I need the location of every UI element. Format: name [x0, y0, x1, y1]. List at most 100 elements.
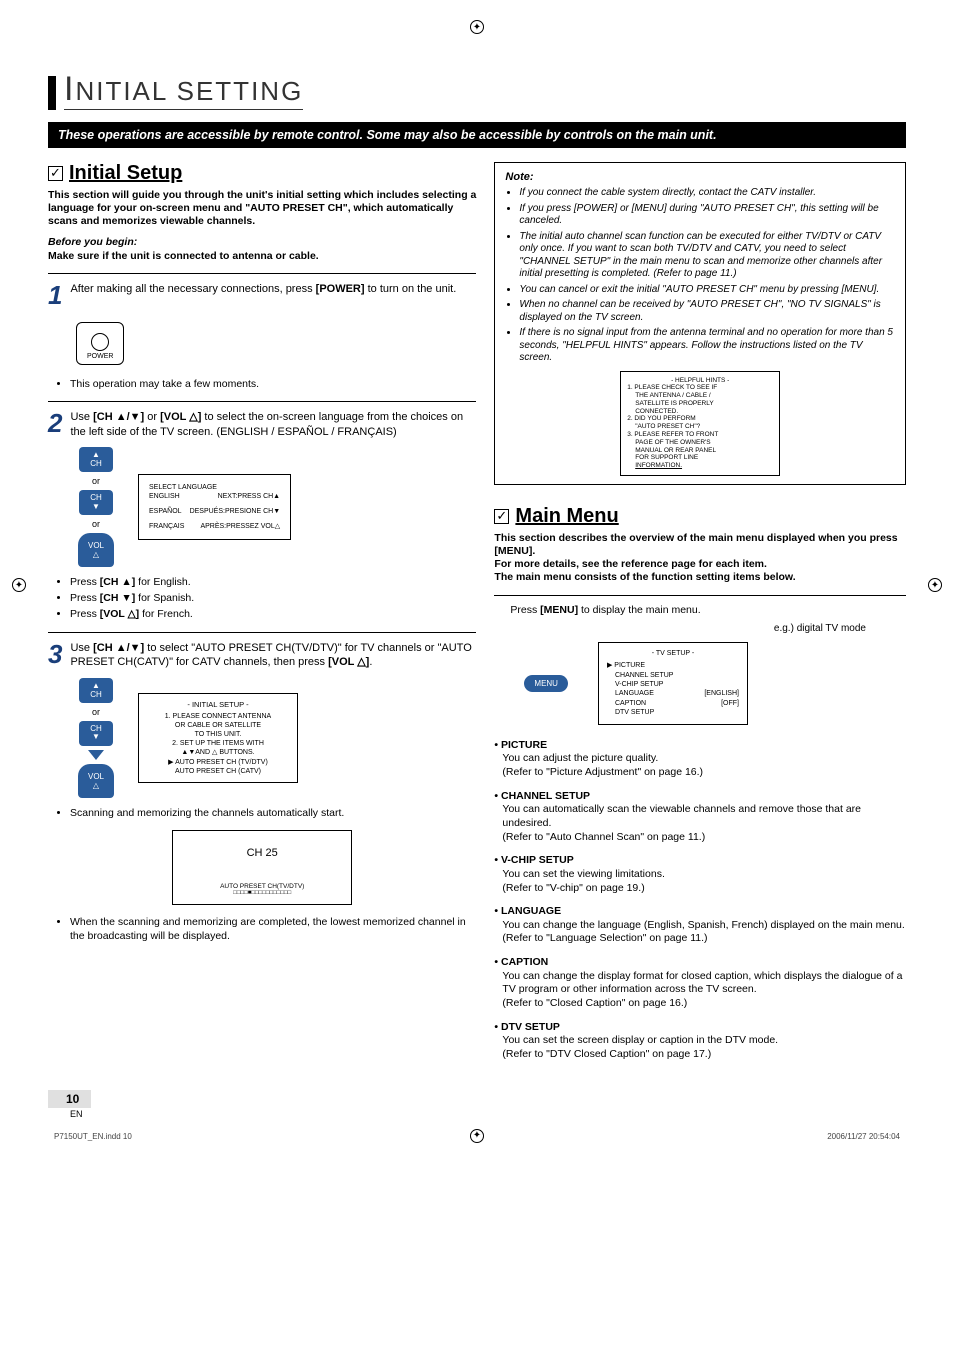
scan-channel: CH 25	[179, 847, 345, 859]
osd-title: SELECT LANGUAGE	[149, 483, 280, 492]
setting-text: You can change the display format for cl…	[502, 970, 902, 996]
tvsetup-cell: DTV SETUP	[615, 708, 654, 717]
list-item: If you press [POWER] or [MENU] during "A…	[519, 203, 895, 228]
scan-bar: □□□□■□□□□□□□□□□□	[179, 890, 345, 896]
list-item: Press [CH ▲] for English.	[70, 575, 476, 589]
right-column: Note: If you connect the cable system di…	[494, 162, 906, 1072]
osd-line: 1. PLEASE CONNECT ANTENNA	[149, 712, 287, 721]
hints-line: "AUTO PRESET CH"?	[627, 423, 773, 431]
list-item: You can cancel or exit the initial "AUTO…	[519, 284, 895, 297]
section-title-text: INITIAL SETTING	[64, 70, 303, 110]
main-menu-title: Main Menu	[515, 505, 618, 528]
text-bold: [POWER]	[316, 283, 365, 295]
note-list: If you connect the cable system directly…	[519, 187, 895, 365]
ch-down-button-icon: CH ▼	[79, 490, 113, 515]
osd-line: AUTO PRESET CH (CATV)	[149, 767, 287, 776]
osd-cell: ENGLISH	[149, 492, 180, 501]
initial-setup-intro: This section will guide you through the …	[48, 189, 476, 228]
hints-line: 3. PLEASE REFER TO FRONT	[627, 431, 773, 439]
divider	[48, 632, 476, 633]
divider	[494, 595, 906, 596]
step2-notes: Press [CH ▲] for English. Press [CH ▼] f…	[60, 575, 476, 622]
title-first-letter: I	[64, 70, 75, 108]
step1-notes: This operation may take a few moments.	[60, 377, 476, 391]
setting-text: You can set the screen display or captio…	[502, 1034, 778, 1046]
hints-line: PAGE OF THE OWNER'S	[627, 439, 773, 447]
step3-illustration: ▲ CH or CH ▼ VOL △ - INITIAL SETUP - 1. …	[78, 678, 476, 798]
osd-line: OR CABLE OR SATELLITE	[149, 721, 287, 730]
osd-title: - INITIAL SETUP -	[149, 700, 287, 710]
step-number: 3	[48, 641, 62, 671]
setting-head: • LANGUAGE	[494, 905, 906, 919]
text: or	[144, 411, 160, 423]
tv-setup-osd: - TV SETUP - ▶ PICTURE CHANNEL SETUP V-C…	[598, 642, 748, 725]
osd-line: ▲▼AND △ BUTTONS.	[149, 748, 287, 757]
list-item: The initial auto channel scan function c…	[519, 231, 895, 281]
power-label: POWER	[87, 353, 113, 360]
step-body: Use [CH ▲/▼] to select "AUTO PRESET CH(T…	[70, 641, 476, 671]
hints-line: FOR SUPPORT LINE	[627, 454, 773, 462]
text-bold: [VOL △]	[160, 411, 201, 423]
or-label: or	[92, 476, 100, 486]
step3-notes2: When the scanning and memorizing are com…	[60, 915, 476, 943]
list-item: If you connect the cable system directly…	[519, 187, 895, 200]
setting-ref: (Refer to "Language Selection" on page 1…	[502, 932, 707, 944]
hints-line: THE ANTENNA / CABLE /	[627, 392, 773, 400]
tvsetup-title: - TV SETUP -	[607, 649, 739, 658]
tvsetup-cell: LANGUAGE	[615, 689, 654, 698]
step-body: Use [CH ▲/▼] or [VOL △] to select the on…	[70, 410, 476, 440]
page-lang: EN	[70, 1109, 83, 1119]
setting-ref: (Refer to "Closed Caption" on page 16.)	[502, 997, 687, 1009]
tvsetup-cell: V-CHIP SETUP	[615, 680, 664, 689]
remote-buttons: ▲ CH or CH ▼ VOL △	[78, 678, 114, 798]
setting-head: • V-CHIP SETUP	[494, 854, 906, 868]
scan-progress-osd: CH 25 AUTO PRESET CH(TV/DTV) □□□□■□□□□□□…	[172, 830, 352, 905]
main-menu-intro: This section describes the overview of t…	[494, 532, 906, 558]
tvsetup-cell: ▶ PICTURE	[607, 661, 645, 670]
ch-up-button-icon: ▲ CH	[79, 447, 113, 472]
osd-line: ▶ AUTO PRESET CH (TV/DTV)	[149, 758, 287, 767]
ch-up-button-icon: ▲ CH	[79, 678, 113, 703]
text: to turn on the unit.	[365, 283, 457, 295]
helpful-hints-osd: - HELPFUL HINTS - 1. PLEASE CHECK TO SEE…	[620, 371, 780, 477]
text: After making all the necessary connectio…	[70, 283, 315, 295]
hints-line: CONNECTED.	[627, 408, 773, 416]
before-begin-label: Before you begin:	[48, 236, 137, 248]
page-number: 10	[48, 1090, 91, 1108]
registration-mark-icon	[470, 20, 484, 34]
osd-cell: APRÈS:PRESSEZ VOL△	[200, 522, 280, 531]
registration-mark-icon	[12, 578, 26, 592]
list-item: If there is no signal input from the ant…	[519, 327, 895, 365]
note-title: Note:	[505, 171, 895, 183]
remote-buttons: ▲ CH or CH ▼ or VOL △	[78, 447, 114, 567]
tvsetup-cell: CHANNEL SETUP	[615, 671, 673, 680]
initial-setup-heading: Initial Setup	[48, 162, 476, 185]
osd-line: 2. SET UP THE ITEMS WITH	[149, 739, 287, 748]
initial-setup-title: Initial Setup	[69, 162, 182, 185]
osd-line: TO THIS UNIT.	[149, 730, 287, 739]
step-body: After making all the necessary connectio…	[70, 282, 456, 308]
footer-date: 2006/11/27 20:54:04	[827, 1132, 900, 1141]
setting-ref: (Refer to "Picture Adjustment" on page 1…	[502, 766, 703, 778]
osd-cell: DESPUÉS:PRESIONE CH▼	[190, 507, 281, 516]
ch-down-button-icon: CH ▼	[79, 721, 113, 746]
tvsetup-cell: [OFF]	[721, 699, 739, 708]
hints-line: MANUAL OR REAR PANEL	[627, 447, 773, 455]
language-osd: SELECT LANGUAGE ENGLISHNEXT:PRESS CH▲ ES…	[138, 474, 291, 540]
vol-button-icon: VOL △	[78, 533, 114, 567]
text: Use	[70, 411, 93, 423]
main-menu-intro: For more details, see the reference page…	[494, 558, 906, 571]
osd-cell: NEXT:PRESS CH▲	[218, 492, 281, 501]
divider	[48, 273, 476, 274]
registration-mark-icon	[928, 578, 942, 592]
vol-button-icon: VOL △	[78, 764, 114, 798]
list-item: When no channel can be received by "AUTO…	[519, 299, 895, 324]
setting-dtv: • DTV SETUP You can set the screen displ…	[494, 1021, 906, 1062]
checkbox-icon	[494, 509, 509, 524]
power-button-illustration: POWER	[76, 322, 124, 365]
hints-title: - HELPFUL HINTS -	[627, 377, 773, 385]
setting-text: You can adjust the picture quality.	[502, 752, 658, 764]
example-label: e.g.) digital TV mode	[574, 623, 866, 634]
banner: These operations are accessible by remot…	[48, 122, 906, 148]
text: Use	[70, 642, 93, 654]
